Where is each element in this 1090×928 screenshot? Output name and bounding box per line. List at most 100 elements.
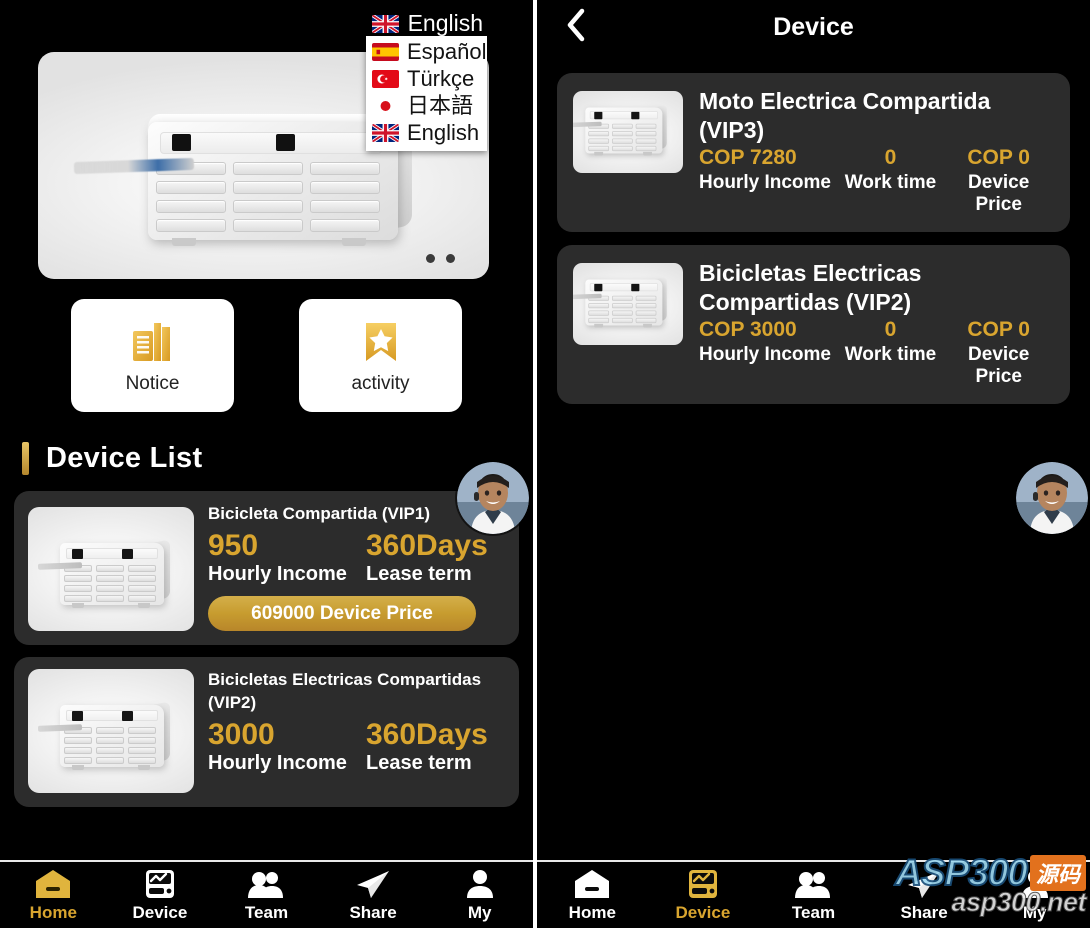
activity-button[interactable]: activity xyxy=(299,299,462,412)
lease-term-label: Lease term xyxy=(366,563,488,586)
tab-team[interactable]: Team xyxy=(758,868,869,923)
chevron-left-icon xyxy=(565,8,587,47)
device-thumbnail xyxy=(28,507,194,631)
device-thumbnail xyxy=(573,91,683,173)
app-screenshot: English Español Türkçe xyxy=(0,0,1090,928)
device-name: Moto Electrica Compartida (VIP3) xyxy=(699,87,1054,145)
hourly-income-label: Hourly Income xyxy=(699,344,838,388)
device-panel: Device xyxy=(537,0,1090,928)
star-bookmark-icon xyxy=(353,317,409,369)
lease-term-value: 360Days xyxy=(366,529,488,562)
quick-actions: Notice activity xyxy=(71,299,533,412)
carousel-indicators[interactable] xyxy=(426,254,455,263)
user-icon xyxy=(461,868,499,900)
device-name: Bicicletas Electricas Compartidas (VIP2) xyxy=(699,259,1054,317)
home-icon xyxy=(34,868,72,900)
language-current-label: English xyxy=(408,10,483,37)
share-icon xyxy=(905,868,943,900)
tab-my[interactable]: My xyxy=(979,868,1090,923)
tab-team[interactable]: Team xyxy=(213,868,320,923)
team-icon xyxy=(247,868,285,900)
turkey-flag-icon xyxy=(372,70,399,88)
tab-my[interactable]: My xyxy=(426,868,533,923)
device-price-label: Device Price xyxy=(943,172,1054,216)
japan-flag-icon xyxy=(372,97,399,115)
hourly-income-value: COP 3000 xyxy=(699,318,838,342)
language-option-ja[interactable]: 日本語 xyxy=(372,93,487,120)
device-list: Bicicleta Compartida (VIP1) 950 Hourly I… xyxy=(14,491,519,807)
device-card[interactable]: Bicicletas Electricas Compartidas (VIP2)… xyxy=(14,657,519,807)
tab-label: Device xyxy=(132,903,187,923)
spain-flag-icon xyxy=(372,43,399,61)
device-price-value: COP 0 xyxy=(943,146,1054,170)
language-option-es[interactable]: Español xyxy=(372,39,487,66)
heading-accent-bar xyxy=(22,442,29,475)
tab-device[interactable]: Device xyxy=(648,868,759,923)
device-price-label: Device Price xyxy=(943,344,1054,388)
tab-label: Home xyxy=(30,903,77,923)
share-icon xyxy=(354,868,392,900)
language-option-tr[interactable]: Türkçe xyxy=(372,66,487,93)
device-owned-list: Moto Electrica Compartida (VIP3) COP 728… xyxy=(557,73,1070,404)
tab-device[interactable]: Device xyxy=(107,868,214,923)
activity-label: activity xyxy=(351,373,409,395)
building-chart-icon xyxy=(125,317,181,369)
bottom-navigation: Home Device Team Share xyxy=(0,860,533,928)
device-thumbnail xyxy=(573,263,683,345)
work-time-label: Work time xyxy=(838,344,944,388)
device-icon xyxy=(684,868,722,900)
user-icon xyxy=(1016,868,1054,900)
device-icon xyxy=(141,868,179,900)
device-price-value: COP 0 xyxy=(943,318,1054,342)
language-option-label: 日本語 xyxy=(407,95,473,117)
device-price-button[interactable]: 609000 Device Price xyxy=(208,596,476,631)
work-time-label: Work time xyxy=(838,172,944,216)
tab-label: My xyxy=(468,903,492,923)
carousel-dot[interactable] xyxy=(426,254,435,263)
tab-label: Share xyxy=(349,903,396,923)
bottom-navigation: Home Device Team Share xyxy=(537,860,1090,928)
back-button[interactable] xyxy=(559,8,593,46)
uk-flag-icon xyxy=(372,124,399,142)
hourly-income-value: 950 xyxy=(208,529,366,562)
tab-label: Team xyxy=(792,903,835,923)
language-option-label: English xyxy=(407,122,479,144)
lease-term-label: Lease term xyxy=(366,752,488,775)
device-page-header: Device xyxy=(537,0,1090,55)
hourly-income-value: COP 7280 xyxy=(699,146,838,170)
language-option-en[interactable]: English xyxy=(372,120,487,147)
language-option-label: Türkçe xyxy=(407,68,474,90)
page-title: Device List xyxy=(46,442,202,475)
tab-label: Device xyxy=(675,903,730,923)
device-page-title: Device xyxy=(537,13,1090,42)
language-selector-current[interactable]: English xyxy=(372,10,483,37)
hourly-income-label: Hourly Income xyxy=(208,752,366,775)
tab-label: Share xyxy=(900,903,947,923)
owned-device-card[interactable]: Moto Electrica Compartida (VIP3) COP 728… xyxy=(557,73,1070,232)
tab-share[interactable]: Share xyxy=(320,868,427,923)
work-time-value: 0 xyxy=(838,146,944,170)
device-card[interactable]: Bicicleta Compartida (VIP1) 950 Hourly I… xyxy=(14,491,519,645)
tab-share[interactable]: Share xyxy=(869,868,980,923)
work-time-value: 0 xyxy=(838,318,944,342)
uk-flag-icon xyxy=(372,15,399,33)
hourly-income-value: 3000 xyxy=(208,718,366,751)
team-icon xyxy=(794,868,832,900)
tab-home[interactable]: Home xyxy=(0,868,107,923)
device-list-heading: Device List xyxy=(22,442,533,475)
home-panel: English Español Türkçe xyxy=(0,0,533,928)
carousel-dot[interactable] xyxy=(446,254,455,263)
notice-label: Notice xyxy=(126,373,180,395)
tab-home[interactable]: Home xyxy=(537,868,648,923)
hourly-income-label: Hourly Income xyxy=(699,172,838,216)
owned-device-card[interactable]: Bicicletas Electricas Compartidas (VIP2)… xyxy=(557,245,1070,404)
language-dropdown-menu[interactable]: Español Türkçe 日本語 xyxy=(366,36,487,151)
hourly-income-label: Hourly Income xyxy=(208,563,366,586)
home-icon xyxy=(573,868,611,900)
language-option-label: Español xyxy=(407,41,487,63)
device-thumbnail xyxy=(28,669,194,793)
customer-service-avatar[interactable] xyxy=(457,462,529,534)
tab-label: Home xyxy=(569,903,616,923)
notice-button[interactable]: Notice xyxy=(71,299,234,412)
customer-service-avatar[interactable] xyxy=(1016,462,1088,534)
